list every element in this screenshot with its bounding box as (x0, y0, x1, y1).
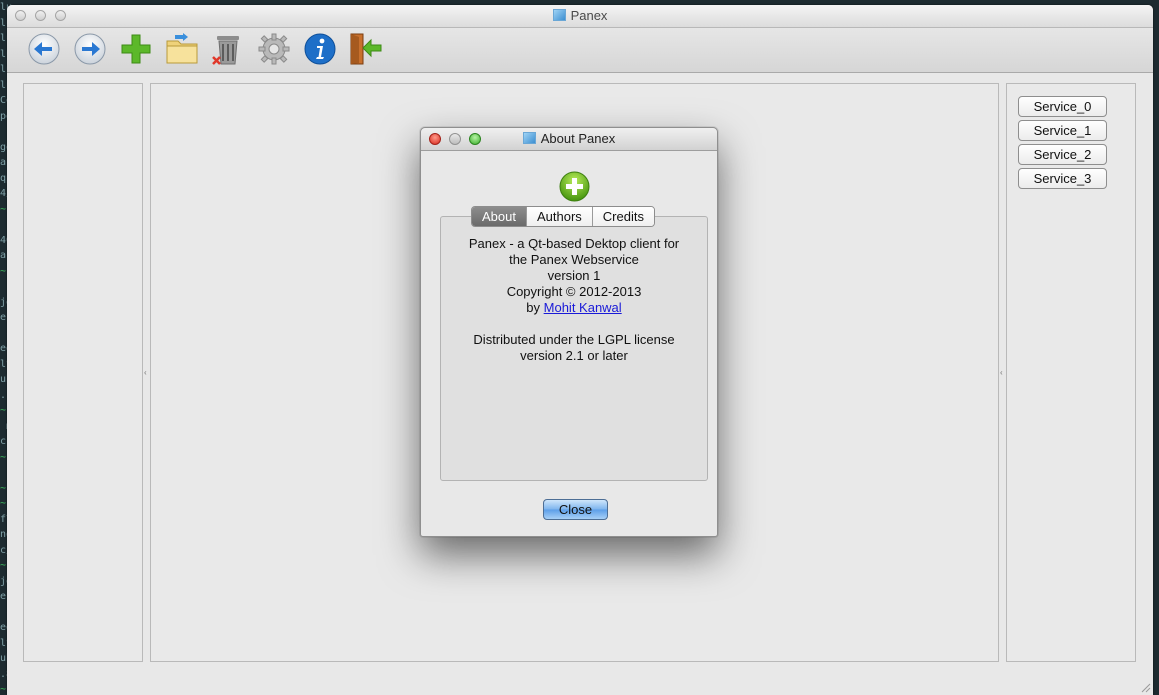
trash-icon (212, 36, 239, 65)
gear-icon (258, 33, 290, 65)
about-line-4: Copyright © 2012-2013 (506, 284, 642, 299)
panex-logo-icon (559, 171, 590, 202)
folder-icon (166, 33, 198, 64)
about-dialog: About Panex About Authors Credits Panex … (420, 127, 718, 537)
arrow-right-icon (74, 33, 106, 65)
left-panel (23, 83, 143, 662)
exit-button[interactable] (349, 32, 383, 66)
arrow-left-icon (28, 33, 60, 65)
plus-icon (121, 34, 151, 64)
license-line-2: version 2.1 or later (520, 348, 628, 363)
right-splitter-handle[interactable]: ‹ (1000, 369, 1003, 377)
services-panel: Service_0 Service_1 Service_2 Service_3 (1006, 83, 1136, 662)
service-button-1[interactable]: Service_1 (1018, 120, 1107, 141)
dialog-title: About Panex (421, 131, 717, 146)
author-link[interactable]: Mohit Kanwal (544, 300, 622, 315)
forward-button[interactable] (73, 32, 107, 66)
about-author-line: by Mohit Kanwal (441, 300, 707, 316)
resize-grip-icon[interactable] (1141, 683, 1151, 693)
toolbar (7, 28, 1153, 73)
exit-door-icon (350, 33, 382, 65)
window-title: Panex (7, 8, 1153, 23)
dialog-app-icon (522, 132, 536, 144)
dialog-tabs: About Authors Credits (471, 206, 655, 227)
author-prefix: by (526, 300, 544, 315)
left-splitter-handle[interactable]: ‹ (144, 369, 147, 377)
about-text: Panex - a Qt-based Dektop client for the… (441, 236, 707, 364)
close-button[interactable]: Close (543, 499, 608, 520)
settings-button[interactable] (257, 32, 291, 66)
about-line-2: the Panex Webservice (509, 252, 639, 267)
dialog-titlebar: About Panex (421, 128, 717, 151)
tab-about[interactable]: About (472, 207, 526, 226)
tab-authors[interactable]: Authors (525, 207, 592, 226)
info-button[interactable] (303, 32, 337, 66)
app-icon (552, 9, 566, 21)
back-button[interactable] (27, 32, 61, 66)
license-line-1: Distributed under the LGPL license (473, 332, 675, 347)
open-folder-button[interactable] (165, 32, 199, 66)
dialog-title-text: About Panex (540, 131, 616, 146)
tab-credits[interactable]: Credits (591, 207, 654, 226)
window-titlebar: Panex (7, 5, 1153, 28)
service-button-0[interactable]: Service_0 (1018, 96, 1107, 117)
service-button-3[interactable]: Service_3 (1018, 168, 1107, 189)
delete-button[interactable] (211, 32, 245, 66)
about-line-3: version 1 (547, 268, 601, 283)
add-button[interactable] (119, 32, 153, 66)
service-button-2[interactable]: Service_2 (1018, 144, 1107, 165)
window-title-text: Panex (570, 8, 608, 23)
about-line-1: Panex - a Qt-based Dektop client for (468, 236, 680, 251)
info-icon (304, 33, 336, 65)
